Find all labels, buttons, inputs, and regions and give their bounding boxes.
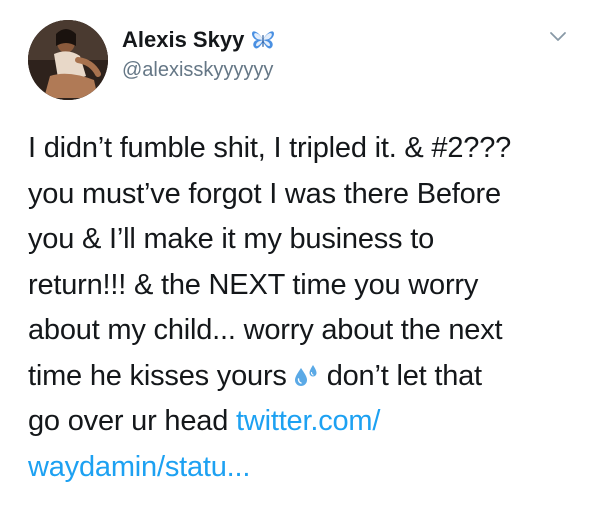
handle[interactable]: @alexisskyyyyyy [122,59,273,82]
tweet-line: waydamin/statu... [28,445,583,491]
tweet-line: I didn’t fumble shit, I tripled it. & #2… [28,132,512,164]
tweet-text-segment: go over ur head [28,405,236,437]
chevron-down-icon[interactable] [548,30,568,44]
tweet-text-segment: time he kisses yours [28,359,287,392]
butterfly-icon [251,29,275,51]
avatar[interactable] [28,20,108,100]
display-name-text[interactable]: Alexis Skyy [122,27,244,53]
tweet-line: go over ur head twitter.com/ [28,399,583,445]
tweet-link[interactable]: twitter.com/ [236,405,380,437]
tweet-line: return!!! & the NEXT time you worry [28,268,479,301]
tweet-line: about my child... worry about the next [28,314,503,346]
tweet-line: you must’ve forgot I was there Before [28,177,501,210]
tweet-link[interactable]: waydamin/statu... [28,451,250,483]
tweet-text: I didn’t fumble shit, I tripled it. & #2… [28,126,583,490]
tweet-line: time he kisses yours don’t let that [28,354,583,400]
display-name[interactable]: Alexis Skyy [122,27,275,53]
sweat-droplets-icon [291,364,321,388]
tweet-text-segment: don’t let that [326,359,482,392]
tweet-card: Alexis Skyy @alexisskyyyyyy I didn’t fum… [0,0,595,506]
tweet-line: you & I’ll make it my business to [28,223,434,255]
avatar-image [28,20,108,100]
